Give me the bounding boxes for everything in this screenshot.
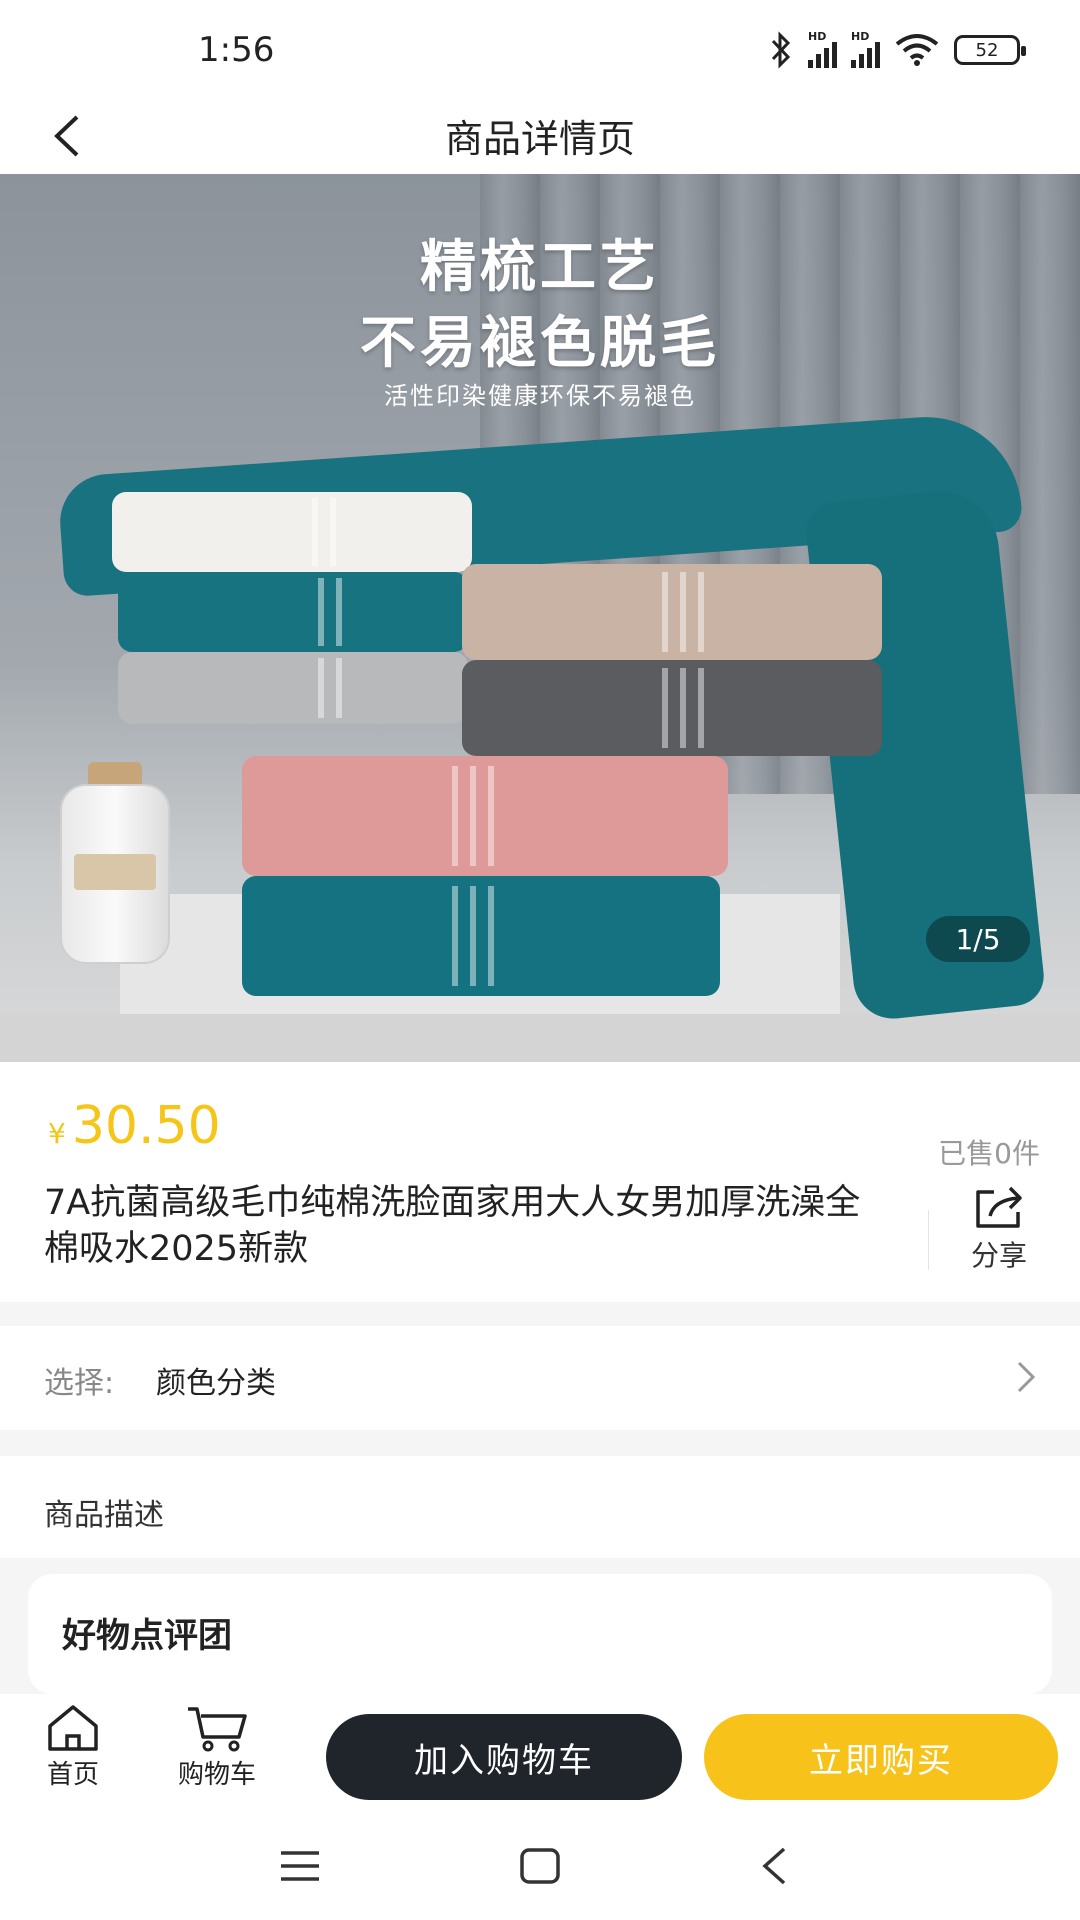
- product-info-card: ¥ 30.50 已售0件 7A抗菌高级毛巾纯棉洗脸面家用大人女男加厚洗澡全棉吸水…: [0, 1062, 1080, 1302]
- status-time: 1:56: [198, 30, 275, 70]
- buy-now-button[interactable]: 立即购买: [704, 1714, 1058, 1800]
- image-counter: 1/5: [926, 916, 1030, 962]
- sold-count: 已售0件: [938, 1137, 1040, 1170]
- select-label: 选择:: [44, 1366, 115, 1401]
- battery-icon: 52: [954, 35, 1026, 65]
- towel-teal-bottom: [242, 876, 720, 996]
- price-value: 30.50: [71, 1096, 221, 1156]
- review-title: 好物点评团: [62, 1616, 232, 1656]
- cart-icon: [188, 1707, 247, 1752]
- back-triangle-icon: [762, 1847, 786, 1885]
- wifi-icon: [895, 34, 939, 66]
- tab-cart[interactable]: 购物车: [178, 1704, 256, 1791]
- share-button[interactable]: 分享: [956, 1184, 1042, 1274]
- home-nav-button[interactable]: [510, 1844, 570, 1888]
- add-to-cart-button[interactable]: 加入购物车: [326, 1714, 682, 1800]
- display-floor: [0, 1014, 1080, 1062]
- bluetooth-icon: [771, 31, 791, 69]
- signal-icon: HD: [808, 30, 837, 68]
- menu-nav-button[interactable]: [270, 1844, 330, 1888]
- menu-icon: [281, 1851, 319, 1881]
- towel-charcoal: [462, 660, 882, 756]
- tab-label: 购物车: [178, 1760, 257, 1790]
- status-icons: HD HD 52: [768, 28, 1026, 72]
- towel-pink: [242, 756, 728, 876]
- review-card: 好物点评团: [28, 1574, 1052, 1694]
- page-title: 商品详情页: [444, 117, 635, 161]
- system-navigation-bar: [0, 1806, 1080, 1920]
- back-nav-button[interactable]: [744, 1844, 804, 1888]
- currency-symbol: ¥: [48, 1117, 66, 1150]
- product-price: ¥ 30.50: [48, 1096, 221, 1156]
- square-icon: [520, 1848, 560, 1884]
- share-label: 分享: [970, 1239, 1027, 1272]
- hero-headline: 精梳工艺 不易褪色脱毛: [360, 235, 720, 376]
- select-value: 颜色分类: [156, 1366, 276, 1401]
- towel-white: [112, 492, 472, 572]
- description-section: 商品描述: [0, 1456, 1080, 1558]
- signal-icon: HD: [851, 30, 880, 68]
- divider: [928, 1210, 929, 1270]
- bottom-action-bar: 首页 购物车 加入购物车 立即购买: [0, 1694, 1080, 1806]
- perfume-bottle-label: [74, 854, 156, 890]
- chevron-right-icon: [1017, 1361, 1036, 1393]
- status-bar: 1:56 HD HD 52: [0, 0, 1080, 100]
- hero-subline: 活性印染健康环保不易褪色: [384, 382, 696, 410]
- tab-label: 首页: [46, 1760, 99, 1790]
- page-header: 商品详情页: [0, 100, 1080, 174]
- towel-gray: [118, 652, 468, 724]
- home-icon: [48, 1705, 98, 1751]
- tab-home[interactable]: 首页: [46, 1704, 100, 1791]
- description-label: 商品描述: [44, 1498, 164, 1533]
- towel-beige: [462, 564, 882, 660]
- towel-teal: [118, 572, 468, 652]
- product-image-carousel[interactable]: 精梳工艺 不易褪色脱毛 活性印染健康环保不易褪色 1/5: [0, 174, 1080, 1062]
- spec-select-row[interactable]: 选择: 颜色分类: [0, 1326, 1080, 1430]
- share-icon: [976, 1186, 1022, 1228]
- product-title: 7A抗菌高级毛巾纯棉洗脸面家用大人女男加厚洗澡全棉吸水2025新款: [44, 1183, 861, 1269]
